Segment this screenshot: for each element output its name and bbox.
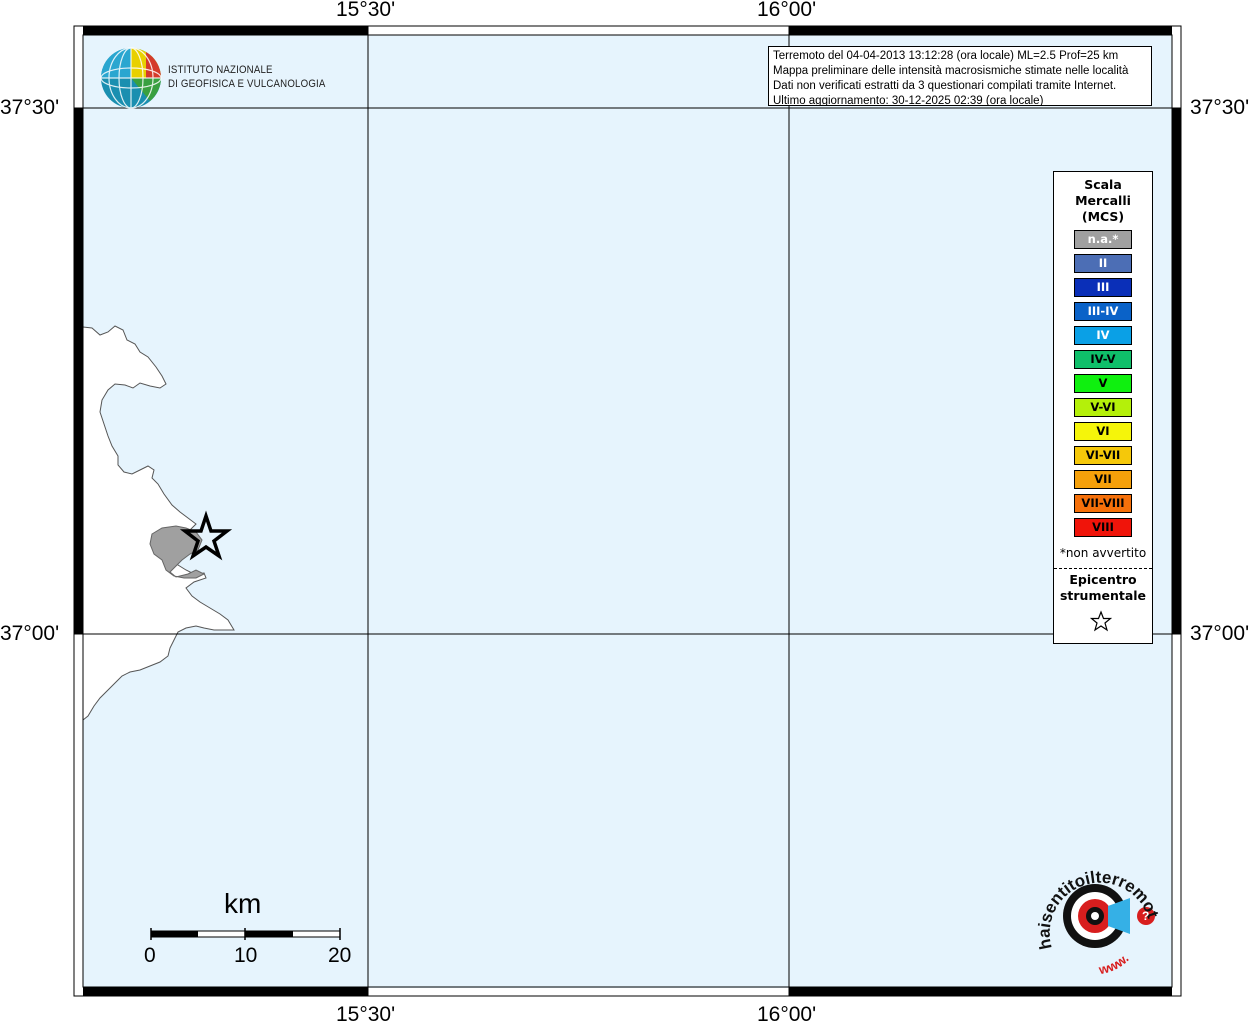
badge-question-mark: ?: [1142, 909, 1149, 923]
event-info-line1: Terremoto del 04-04-2013 13:12:28 (ora l…: [773, 50, 1119, 62]
scale-label-10: 10: [234, 944, 258, 967]
legend-swatch: III: [1074, 278, 1132, 297]
svg-text:www.: www.: [1096, 951, 1131, 978]
institute-name: ISTITUTO NAZIONALE DI GEOFISICA E VULCAN…: [168, 63, 326, 91]
legend-title: Scala Mercalli (MCS): [1054, 177, 1152, 225]
institute-name-line1: ISTITUTO NAZIONALE: [168, 64, 273, 76]
legend-swatch: IV: [1074, 326, 1132, 345]
svg-text:haisentitoilterremoto.it: haisentitoilterremoto.it: [1030, 856, 1160, 951]
legend-note: *non avvertito: [1059, 546, 1147, 560]
legend-swatch: VII: [1074, 470, 1132, 489]
tick-bottom-1530: 15°30': [336, 1003, 396, 1026]
haisentito-badge-text: haisentitoilterremoto.it www. ?: [1030, 856, 1160, 978]
legend-swatch: VIII: [1074, 518, 1132, 537]
event-info-line2: Mappa preliminare delle intensità macros…: [773, 65, 1129, 77]
tick-top-1530: 15°30': [336, 0, 396, 21]
scale-unit: km: [224, 888, 262, 919]
legend-title-line1: Scala: [1084, 177, 1122, 192]
legend-epicenter-line1: Epicentro: [1069, 572, 1137, 587]
intensity-legend: Scala Mercalli (MCS) n.a.* II III III-IV IV I…: [1053, 171, 1153, 644]
legend-divider: [1054, 568, 1152, 569]
legend-swatch: III-IV: [1074, 302, 1132, 321]
legend-title-line2: Mercalli: [1075, 193, 1131, 208]
legend-title-line3: (MCS): [1081, 209, 1125, 224]
legend-epicenter-line2: strumentale: [1059, 588, 1147, 603]
legend-star-icon: [1090, 610, 1112, 632]
tick-bottom-1600: 16°00': [757, 1003, 817, 1026]
tick-left-3730: 37°30': [0, 96, 60, 119]
legend-swatch: II: [1074, 254, 1132, 273]
event-info-line3: Dati non verificati estratti da 3 questi…: [773, 80, 1117, 92]
event-info-box: Terremoto del 04-04-2013 13:12:28 (ora l…: [768, 46, 1152, 106]
badge-url-text: haisentitoilterremoto.it: [1030, 856, 1160, 951]
legend-swatch: n.a.*: [1074, 230, 1132, 249]
legend-swatch: VII-VIII: [1074, 494, 1132, 513]
tick-left-3700: 37°00': [0, 622, 60, 645]
ingv-logo-icon: [100, 47, 162, 109]
tick-right-3730: 37°30': [1190, 96, 1250, 119]
badge-www-text: www.: [1096, 951, 1131, 978]
scale-label-20: 20: [328, 944, 352, 967]
tick-right-3700: 37°00': [1190, 622, 1250, 645]
event-info-line4: Ultimo aggiornamento: 30-12-2025 02:39 (…: [773, 95, 1044, 106]
legend-swatch: VI: [1074, 422, 1132, 441]
scale-label-0: 0: [144, 944, 156, 967]
legend-swatch: VI-VII: [1074, 446, 1132, 465]
institute-name-line2: DI GEOFISICA E VULCANOLOGIA: [168, 78, 326, 90]
sea-area: [83, 35, 1172, 988]
tick-top-1600: 16°00': [757, 0, 817, 21]
legend-swatch: V: [1074, 374, 1132, 393]
legend-swatch: V-VI: [1074, 398, 1132, 417]
legend-epicenter-label: Epicentro strumentale: [1054, 572, 1152, 604]
legend-swatch: IV-V: [1074, 350, 1132, 369]
